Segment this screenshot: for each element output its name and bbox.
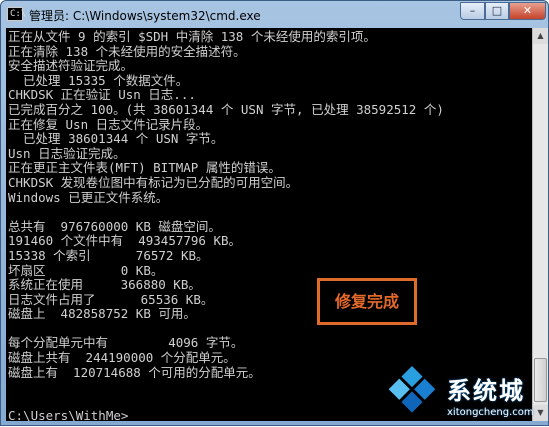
console-line: 系统正在使用 366880 KB。 <box>8 277 201 293</box>
repair-complete-annotation: 修复完成 <box>317 278 417 325</box>
console-line: 正在修复 Usn 日志文件记录片段。 <box>8 116 209 132</box>
console-line: 15338 个索引 76572 KB。 <box>8 247 209 263</box>
console-output[interactable]: 正在从文件 9 的索引 $SDH 中清除 138 个未经使用的索引项。 正在清除 … <box>6 28 532 421</box>
cmd-window: C:\ 管理员: C:\Windows\system32\cmd.exe – □… <box>0 0 549 426</box>
minimize-button[interactable]: – <box>460 2 485 20</box>
console-line: 安全描述符验证完成。 <box>8 58 134 74</box>
maximize-button[interactable]: □ <box>485 2 509 20</box>
console-line: 总共有 976760000 KB 磁盘空间。 <box>8 218 221 234</box>
console-line: 已处理 38601344 个 USN 字节。 <box>8 131 224 147</box>
console-line: Usn 日志验证完成。 <box>8 145 126 161</box>
console-line: 每个分配单元中有 4096 字节。 <box>8 335 244 351</box>
watermark-brand: 系统城 <box>447 377 525 405</box>
vertical-scrollbar[interactable]: ▲ ▼ <box>532 28 548 421</box>
cmd-app-icon[interactable]: C:\ <box>7 7 27 21</box>
cmd-app-icon-glyph: C:\ <box>10 9 27 19</box>
console-line: 已处理 15335 个数据文件。 <box>8 72 189 88</box>
watermark-url: xitongcheng.com <box>447 407 534 418</box>
console-line: 已完成百分之 100。(共 38601344 个 USN 字节, 已处理 385… <box>8 101 444 117</box>
console-line: 正在从文件 9 的索引 $SDH 中清除 138 个未经使用的索引项。 <box>8 29 376 44</box>
console-line: 正在更正主文件表(MFT) BITMAP 属性的错误。 <box>8 160 281 176</box>
title-bar[interactable]: C:\ 管理员: C:\Windows\system32\cmd.exe – □… <box>1 1 548 29</box>
console-line: 日志文件占用了 65536 KB。 <box>8 291 214 307</box>
console-line: 坏扇区 0 KB。 <box>8 262 164 278</box>
console-line: 磁盘上共有 244190000 个分配单元。 <box>8 350 236 366</box>
close-button[interactable]: ✕ <box>509 2 546 20</box>
scroll-up-arrow-icon[interactable]: ▲ <box>533 28 548 44</box>
console-line: 正在清除 138 个未经使用的安全描述符。 <box>8 43 246 59</box>
window-title: 管理员: C:\Windows\system32\cmd.exe <box>29 9 261 23</box>
console-line: CHKDSK 发现卷位图中有标记为已分配的可用空间。 <box>8 174 299 190</box>
console-line: Windows 已更正文件系统。 <box>8 189 169 205</box>
watermark-logo-icon <box>388 365 436 414</box>
console-line: 磁盘上 482858752 KB 可用。 <box>8 306 196 322</box>
console-line: CHKDSK 正在验证 Usn 日志... <box>8 87 196 103</box>
watermark: 系统城 xitongcheng.com <box>388 365 549 427</box>
console-line: 191460 个文件中有 493457796 KB。 <box>8 233 242 249</box>
